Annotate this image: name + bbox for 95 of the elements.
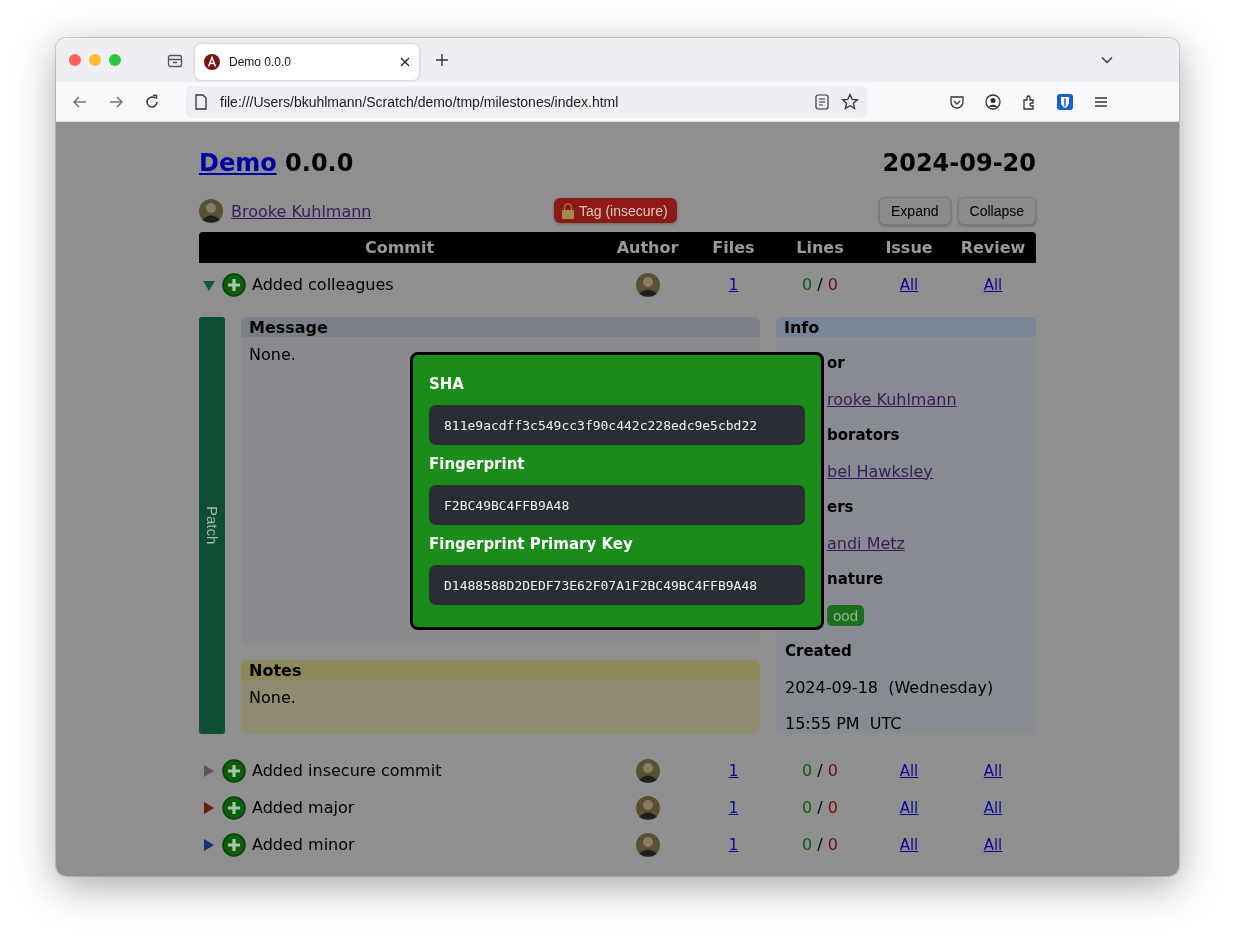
value-field[interactable]: 811e9acdff3c549cc3f90c442c228edc9e5cbd22: [429, 405, 805, 445]
shield-icon[interactable]: [1057, 93, 1073, 110]
avatar: [635, 272, 660, 297]
lines-separator: /: [817, 275, 823, 294]
extensions-icon[interactable]: [1021, 93, 1037, 110]
files-link[interactable]: 1: [728, 761, 739, 780]
address-bar[interactable]: file:///Users/bkuhlmann/Scratch/demo/tmp/milestones/index.html: [186, 85, 867, 118]
message-text: None.: [248, 344, 297, 366]
lines-removed: 0: [827, 761, 838, 780]
lines-added: 0: [802, 275, 813, 294]
lines-added: 0: [802, 798, 813, 817]
review-link[interactable]: All: [983, 798, 1003, 817]
issue-link[interactable]: All: [899, 835, 919, 854]
info-heading: Info: [776, 317, 1036, 337]
field-label: SHA: [429, 374, 465, 395]
person-link[interactable]: andi Metz: [827, 533, 905, 553]
avatar: [635, 832, 660, 857]
action-button[interactable]: Expand: [879, 197, 951, 225]
browser-tab[interactable]: Demo 0.0.0: [195, 44, 419, 80]
back-icon[interactable]: [72, 93, 88, 110]
commit-subject[interactable]: Added colleagues: [252, 275, 394, 294]
avatar: [199, 199, 223, 223]
lock-icon: [561, 202, 575, 219]
column-header: Lines: [795, 238, 845, 257]
project-link[interactable]: Demo: [199, 149, 277, 177]
plus-circle-icon: [222, 832, 246, 857]
review-link[interactable]: All: [983, 761, 1003, 780]
lines-removed: 0: [827, 798, 838, 817]
field-label: Fingerprint: [429, 454, 526, 475]
logo-icon: [204, 54, 220, 70]
value-field[interactable]: D1488588D2DEDF73E62F07A1F2BC49BC4FFB9A48: [429, 565, 805, 605]
column-header: Commit: [363, 238, 436, 257]
forward-icon[interactable]: [108, 93, 124, 110]
lines-added: 0: [802, 761, 813, 780]
commit-subject[interactable]: Added minor: [252, 835, 355, 854]
info-label: Created: [785, 642, 852, 660]
issue-link[interactable]: All: [899, 275, 919, 294]
issue-link[interactable]: All: [899, 798, 919, 817]
tab-list-icon[interactable]: [167, 52, 183, 68]
address-text: file:///Users/bkuhlmann/Scratch/demo/tmp/milestones/index.html: [220, 93, 620, 110]
column-header: Author: [615, 238, 680, 257]
status-badge: ood: [827, 604, 865, 626]
message-heading: Message: [241, 317, 760, 337]
lines-separator: /: [817, 761, 823, 780]
new-tab-icon[interactable]: [435, 53, 449, 67]
column-header: Issue: [884, 238, 934, 257]
notes-heading: Notes: [241, 660, 760, 680]
person-link[interactable]: bel Hawksley: [827, 461, 933, 481]
info-label: borators: [827, 426, 900, 444]
review-link[interactable]: All: [983, 835, 1003, 854]
action-button[interactable]: Collapse: [957, 197, 1036, 225]
lines-removed: 0: [827, 835, 838, 854]
files-link[interactable]: 1: [728, 275, 739, 294]
info-label: nature: [827, 570, 884, 588]
close-icon[interactable]: [399, 56, 411, 68]
field-label: Fingerprint Primary Key: [429, 534, 634, 555]
person-link[interactable]: rooke Kuhlmann: [827, 389, 957, 409]
pocket-icon[interactable]: [949, 93, 965, 110]
window-control-icon[interactable]: [69, 54, 81, 66]
collapsed-triangle-icon[interactable]: [202, 800, 216, 815]
version-text: 0.0.0: [285, 149, 354, 177]
tab-title: Demo 0.0.0: [229, 55, 293, 69]
reload-icon[interactable]: [144, 93, 160, 110]
plus-circle-icon: [222, 795, 246, 820]
lines-separator: /: [817, 798, 823, 817]
lines-separator: /: [817, 835, 823, 854]
commit-subject[interactable]: Added insecure commit: [252, 761, 442, 780]
column-header: Files: [711, 238, 756, 257]
info-label: ers: [827, 498, 854, 516]
issue-link[interactable]: All: [899, 761, 919, 780]
star-icon[interactable]: [841, 92, 859, 111]
avatar: [635, 758, 660, 783]
files-link[interactable]: 1: [728, 798, 739, 817]
plus-circle-icon: [222, 272, 246, 297]
info-text: 15:55 PM UTC: [785, 713, 902, 733]
review-link[interactable]: All: [983, 275, 1003, 294]
files-link[interactable]: 1: [728, 835, 739, 854]
plus-circle-icon: [222, 758, 246, 783]
lines-added: 0: [802, 835, 813, 854]
avatar: [635, 795, 660, 820]
reader-view-icon[interactable]: [815, 93, 829, 110]
release-date: 2024-09-20: [882, 149, 1036, 177]
column-header: Review: [959, 238, 1027, 257]
value-field[interactable]: F2BC49BC4FFB9A48: [429, 485, 805, 525]
patch-tab[interactable]: Patch: [199, 317, 225, 734]
collapsed-triangle-icon[interactable]: [202, 837, 216, 852]
notes-text: None.: [248, 687, 297, 709]
owner-link[interactable]: Brooke Kuhlmann: [231, 201, 372, 221]
info-label: or: [827, 354, 845, 372]
info-text: 2024-09-18 (Wednesday): [785, 677, 994, 697]
page-icon: [194, 93, 208, 110]
commit-subject[interactable]: Added major: [252, 798, 355, 817]
account-icon[interactable]: [985, 93, 1001, 110]
tag-badge[interactable]: Tag (insecure): [554, 198, 677, 223]
lines-removed: 0: [827, 275, 838, 294]
